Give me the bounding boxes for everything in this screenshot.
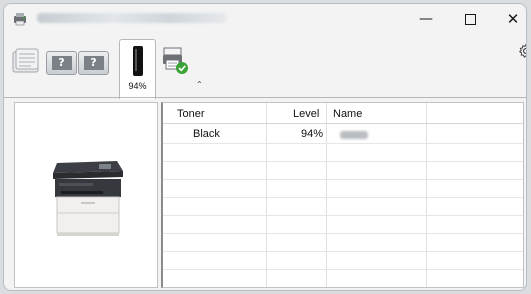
- toolbar-divider: [4, 97, 526, 98]
- toner-tab-level: 94%: [128, 81, 147, 91]
- toner-cartridge-icon: [133, 46, 143, 76]
- help-icon: ?: [51, 56, 72, 70]
- toner-tab[interactable]: 94%: [119, 39, 156, 99]
- printer-ok-tab[interactable]: [160, 46, 190, 76]
- maximize-icon: [464, 13, 476, 25]
- row-divider: [163, 215, 523, 216]
- row-divider: [163, 197, 523, 198]
- toner-name-cell: [340, 131, 368, 139]
- status-tab[interactable]: [11, 46, 41, 74]
- close-button[interactable]: ✕: [491, 4, 526, 34]
- help-tab-2[interactable]: ?: [78, 51, 109, 75]
- collapse-toolbar-button[interactable]: ⌃: [196, 80, 203, 89]
- column-divider: [426, 103, 427, 287]
- toner-level-cell: 94%: [301, 128, 324, 140]
- toner-table-grid: Toner Level Name Black 94%: [163, 103, 523, 287]
- toner-table: Toner Level Name Black 94%: [161, 102, 524, 288]
- gear-icon[interactable]: [518, 43, 527, 59]
- row-divider: [163, 143, 523, 144]
- maximize-button[interactable]: [448, 4, 492, 34]
- column-header-name[interactable]: Name: [333, 108, 362, 120]
- printer-image: [53, 161, 123, 236]
- column-divider: [326, 103, 327, 287]
- header-divider: [163, 123, 523, 124]
- row-divider: [163, 161, 523, 162]
- window-title: [37, 13, 227, 23]
- row-divider: [163, 251, 523, 252]
- minimize-button[interactable]: —: [404, 4, 448, 34]
- row-divider: [163, 269, 523, 270]
- column-header-level[interactable]: Level: [293, 108, 319, 120]
- row-divider: [163, 179, 523, 180]
- app-icon: [14, 13, 26, 26]
- printer-image-pane: [14, 102, 158, 288]
- column-header-toner[interactable]: Toner: [177, 108, 205, 120]
- column-divider: [266, 103, 267, 287]
- help-icon: ?: [83, 56, 104, 70]
- status-monitor-window: — ✕ ? ? 94% ⌃ Toner Level Name Black 94%: [3, 3, 527, 291]
- toner-color-cell: Black: [193, 128, 220, 140]
- title-bar[interactable]: — ✕: [4, 4, 526, 34]
- row-divider: [163, 233, 523, 234]
- help-tab-1[interactable]: ?: [46, 51, 77, 75]
